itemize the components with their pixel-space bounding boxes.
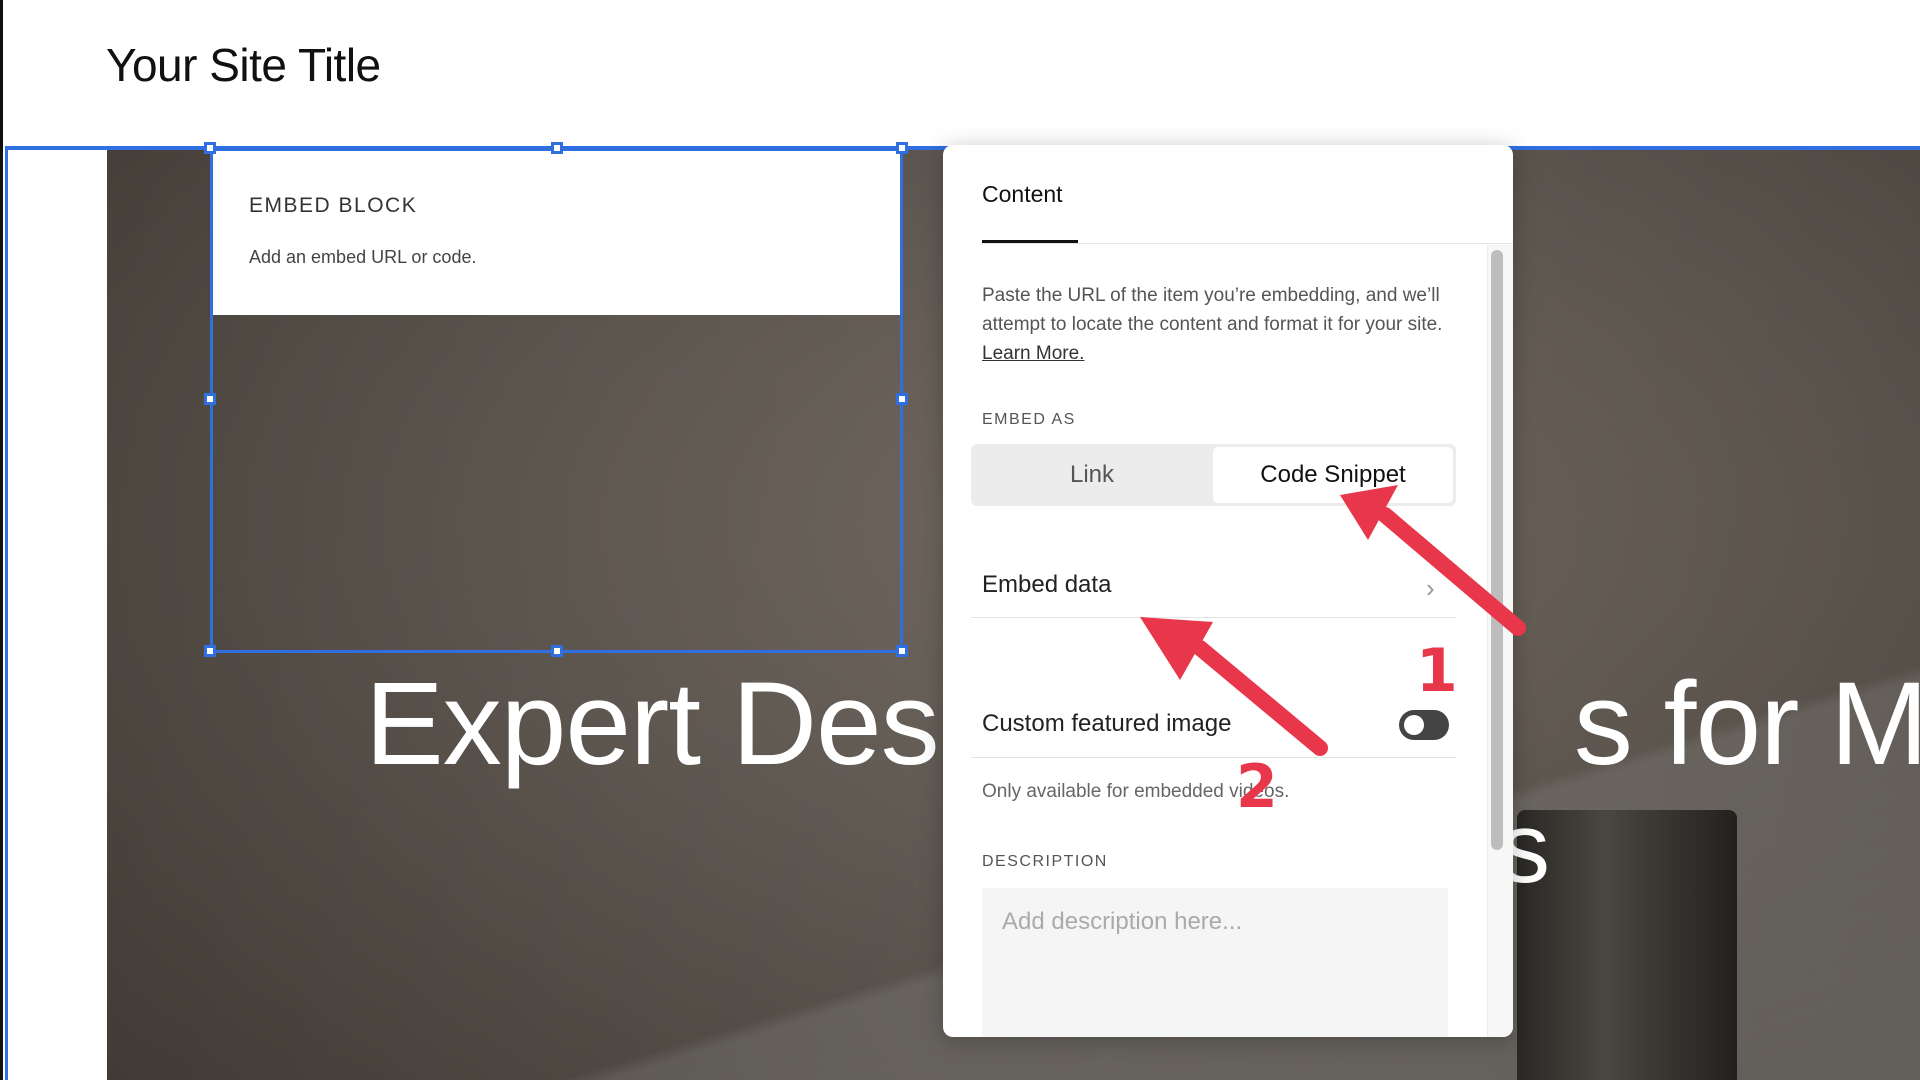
tab-content[interactable]: Content — [982, 181, 1063, 208]
resize-handle-top-left[interactable] — [204, 142, 216, 154]
panel-description-text: Paste the URL of the item you’re embeddi… — [982, 285, 1443, 335]
hero-heading-right: s for Mo — [1573, 658, 1920, 790]
panel-scrollbar-thumb[interactable] — [1491, 250, 1503, 850]
panel-description: Paste the URL of the item you’re embeddi… — [982, 281, 1452, 368]
resize-handle-top[interactable] — [551, 142, 563, 154]
block-selection-frame[interactable] — [210, 148, 903, 653]
embed-data-row[interactable]: Embed data › — [971, 563, 1456, 618]
resize-handle-bottom[interactable] — [551, 645, 563, 657]
panel-divider — [982, 243, 1513, 244]
segment-code-snippet[interactable]: Code Snippet — [1213, 447, 1453, 503]
resize-handle-right[interactable] — [896, 393, 908, 405]
description-label: DESCRIPTION — [982, 853, 1108, 870]
annotation-marker-2: 2 — [1236, 752, 1278, 822]
chevron-right-icon: › — [1426, 573, 1435, 603]
custom-featured-image-toggle[interactable] — [1399, 710, 1449, 740]
annotation-marker-1: 1 — [1416, 636, 1458, 706]
hero-heading-left: Expert Desi — [365, 658, 965, 790]
custom-featured-image-label: Custom featured image — [982, 710, 1232, 737]
resize-handle-bottom-left[interactable] — [204, 645, 216, 657]
resize-handle-top-right[interactable] — [896, 142, 908, 154]
embed-as-label: EMBED AS — [982, 411, 1076, 428]
segment-link[interactable]: Link — [971, 444, 1213, 506]
description-input[interactable] — [982, 888, 1448, 1037]
resize-handle-bottom-right[interactable] — [896, 645, 908, 657]
learn-more-link[interactable]: Learn More. — [982, 343, 1084, 364]
embed-as-segmented-control: Link Code Snippet — [971, 444, 1456, 506]
embed-settings-panel: Content Paste the URL of the item you’re… — [943, 145, 1513, 1037]
toggle-knob — [1404, 715, 1424, 735]
resize-handle-left[interactable] — [204, 393, 216, 405]
window-edge — [0, 0, 3, 1080]
site-title[interactable]: Your Site Title — [106, 38, 381, 92]
embed-data-label: Embed data — [982, 571, 1112, 598]
custom-featured-image-row: Custom featured image — [971, 705, 1456, 758]
